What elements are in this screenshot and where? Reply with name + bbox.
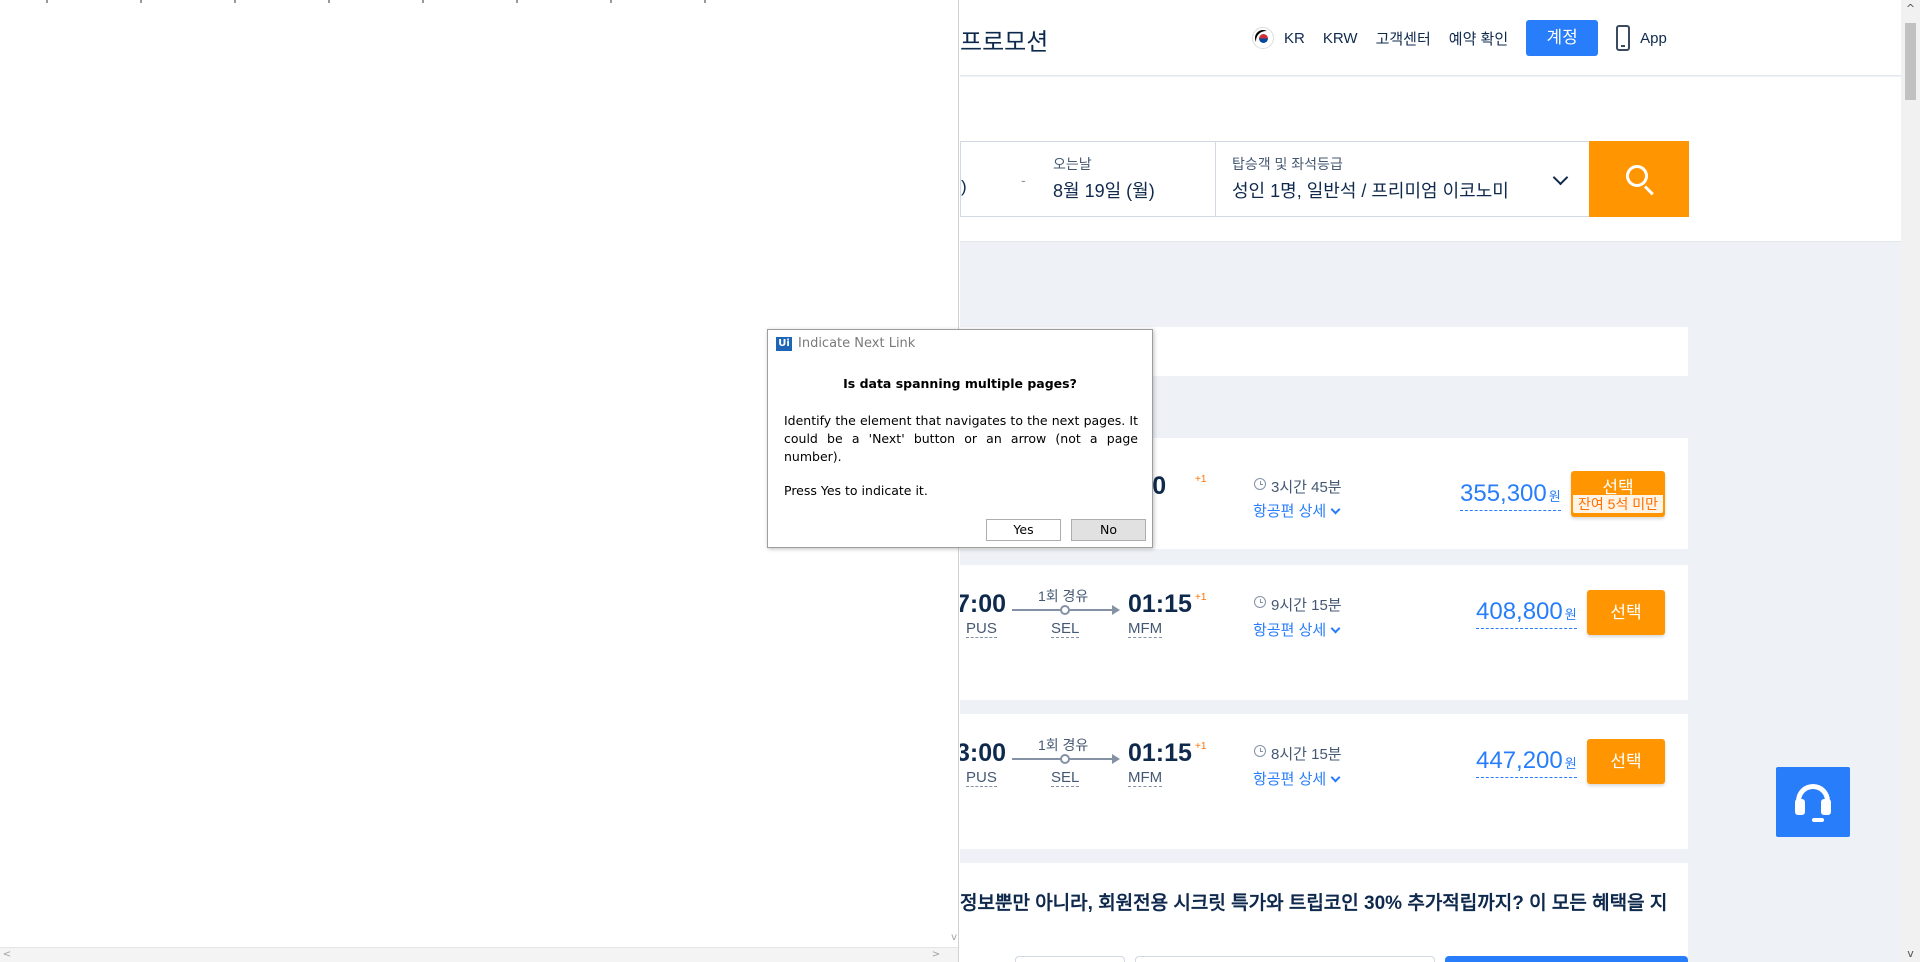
flight-duration: 3시간 45분 [1271, 479, 1342, 496]
departure-time: 3:00 [960, 739, 1007, 767]
next-day-indicator: +1 [1195, 474, 1207, 485]
return-date-value: 8월 19일 (월) [1053, 181, 1155, 201]
region-selector[interactable]: KR [1284, 30, 1305, 47]
vertical-scrollbar[interactable]: ^ v [1901, 0, 1920, 962]
price-amount: 447,200 [1476, 747, 1563, 774]
dialog-title: Indicate Next Link [798, 336, 916, 351]
date-separator: - [1021, 172, 1026, 188]
stopover-dot [1060, 605, 1070, 615]
passenger-class-field[interactable]: 탑승객 및 좌석등급 성인 1명, 일반석 / 프리미엄 이코노미 [1215, 142, 1590, 216]
promotion-nav-link[interactable]: 프로모션 [960, 22, 1048, 57]
chevron-down-icon [1330, 623, 1341, 634]
site-header: 프로모션 KR KRW 고객센터 예약 확인 계정 App [960, 0, 1901, 76]
flight-search-form: ) - 오는날 8월 19일 (월) 탑승객 및 좌석등급 성인 1명, 일반석… [960, 141, 1689, 217]
scrollbar-thumb[interactable] [1905, 23, 1916, 100]
account-button[interactable]: 계정 [1526, 20, 1599, 56]
stop-count: 1회 경유 [1038, 588, 1089, 604]
price-amount: 355,300 [1460, 480, 1547, 507]
banner-input-field[interactable] [1015, 956, 1125, 962]
banner-signup-button[interactable] [1445, 956, 1688, 962]
select-label: 선택 [1602, 478, 1634, 497]
flight-duration: 8시간 15분 [1271, 746, 1342, 763]
clock-icon [1254, 478, 1266, 490]
select-flight-button[interactable]: 선택 [1587, 590, 1665, 635]
uipath-logo-icon: Ui [776, 337, 792, 351]
dialog-prompt: Press Yes to indicate it. [784, 483, 928, 498]
select-flight-button[interactable]: 선택 [1587, 739, 1665, 784]
stop-count: 1회 경유 [1038, 737, 1089, 753]
arrival-airport-code[interactable]: MFM [1128, 621, 1163, 638]
customer-center-link[interactable]: 고객센터 [1376, 28, 1431, 49]
korea-flag-icon[interactable] [1252, 27, 1274, 49]
clock-icon [1254, 745, 1266, 757]
dialog-titlebar[interactable]: Ui Indicate Next Link [768, 330, 1152, 357]
next-day-indicator: +1 [1195, 741, 1207, 752]
price[interactable]: 355,300 원 [1460, 481, 1561, 511]
arrival-airport-code[interactable]: MFM [1128, 770, 1163, 787]
flight-details-link[interactable]: 항공편 상세 [1253, 500, 1341, 521]
departure-airport-code[interactable]: PUS [966, 621, 997, 638]
currency-unit: 원 [1564, 607, 1577, 622]
return-date-label: 오는날 [1053, 156, 1092, 172]
chevron-down-icon[interactable] [1552, 169, 1569, 186]
search-icon [1626, 165, 1648, 187]
customer-support-button[interactable] [1776, 767, 1850, 837]
dialog-body-text: Identify the element that navigates to t… [784, 413, 1138, 464]
chevron-down-icon [1330, 504, 1341, 515]
return-date-field[interactable]: 오는날 8월 19일 (월) [1053, 142, 1215, 216]
banner-input-field[interactable] [1135, 956, 1435, 962]
mobile-phone-icon[interactable] [1616, 25, 1631, 51]
flight-duration: 9시간 15분 [1271, 597, 1342, 614]
flight-details-label: 항공편 상세 [1253, 771, 1327, 788]
member-benefits-banner: 정보뿐만 아니라, 회원전용 시크릿 특가와 트립코인 30% 추가적립까지? … [960, 863, 1688, 962]
cropped-text-row [0, 0, 720, 3]
flight-details-link[interactable]: 항공편 상세 [1253, 768, 1341, 789]
flight-details-label: 항공편 상세 [1253, 503, 1327, 520]
clock-icon [1254, 596, 1266, 608]
stopover-airport-code[interactable]: SEL [1051, 621, 1080, 638]
scroll-down-arrow-icon[interactable]: v [1901, 947, 1920, 960]
passenger-class-value: 성인 1명, 일반석 / 프리미엄 이코노미 [1232, 181, 1509, 201]
seats-left-badge: 잔여 5석 미만 [1573, 495, 1663, 513]
yes-button[interactable]: Yes [986, 519, 1061, 541]
arrival-time: 01:15 [1128, 590, 1192, 618]
header-utility-nav: KR KRW 고객센터 예약 확인 계정 App [1252, 18, 1667, 58]
no-button[interactable]: No [1071, 519, 1146, 541]
currency-selector[interactable]: KRW [1323, 30, 1358, 47]
price[interactable]: 447,200 원 [1476, 748, 1577, 778]
member-benefits-text: 정보뿐만 아니라, 회원전용 시크릿 특가와 트립코인 30% 추가적립까지? … [960, 893, 1668, 914]
passenger-class-label: 탑승객 및 좌석등급 [1232, 156, 1343, 172]
arrival-time: 01:15 [1128, 739, 1192, 767]
scroll-up-arrow-icon[interactable]: ^ [1901, 2, 1920, 15]
chevron-down-icon [1330, 772, 1341, 783]
search-section: ) - 오는날 8월 19일 (월) 탑승객 및 좌석등급 성인 1명, 일반석… [960, 77, 1901, 242]
select-flight-button[interactable]: 선택 잔여 5석 미만 [1571, 471, 1665, 517]
dialog-heading: Is data spanning multiple pages? [843, 376, 1077, 391]
departure-time: 7:00 [960, 590, 1007, 618]
flight-result-card: 3:00 PUS 1회 경유 SEL 01:15 +1 MFM 8시간 15분 … [960, 714, 1688, 849]
scroll-right-arrow-icon[interactable]: > [929, 948, 943, 962]
price[interactable]: 408,800 원 [1476, 599, 1577, 629]
booking-check-link[interactable]: 예약 확인 [1449, 28, 1508, 49]
depart-date-fragment[interactable]: ) [961, 177, 967, 197]
scroll-down-arrow-icon[interactable]: v [951, 932, 957, 943]
price-amount: 408,800 [1476, 598, 1563, 625]
departure-airport-code[interactable]: PUS [966, 770, 997, 787]
flight-details-label: 항공편 상세 [1253, 622, 1327, 639]
flight-details-link[interactable]: 항공편 상세 [1253, 619, 1341, 640]
scroll-left-arrow-icon[interactable]: < [0, 948, 14, 962]
search-button[interactable] [1589, 141, 1689, 217]
flight-result-card: 7:00 PUS 1회 경유 SEL 01:15 +1 MFM 9시간 15분 … [960, 565, 1688, 700]
currency-unit: 원 [1564, 756, 1577, 771]
indicate-next-link-dialog: Ui Indicate Next Link Is data spanning m… [767, 329, 1153, 548]
horizontal-scrollbar[interactable]: < > [0, 947, 958, 962]
currency-unit: 원 [1548, 489, 1561, 504]
stopover-dot [1060, 754, 1070, 764]
app-link[interactable]: App [1640, 30, 1667, 47]
next-day-indicator: +1 [1195, 592, 1207, 603]
stopover-airport-code[interactable]: SEL [1051, 770, 1080, 787]
